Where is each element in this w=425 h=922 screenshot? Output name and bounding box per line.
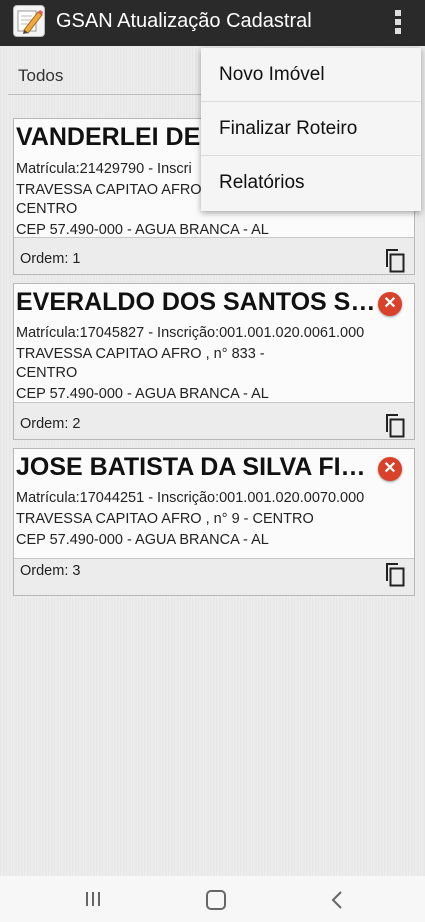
registration-line: Matrícula:17045827 - Inscrição:001.001.0…: [16, 325, 365, 341]
property-card[interactable]: JOSE BATISTA DA SILVA FI… ✕ Matrícula:17…: [13, 448, 415, 596]
order-label: Ordem: 1: [20, 251, 81, 267]
overflow-menu-icon[interactable]: [390, 8, 406, 38]
address-line: TRAVESSA CAPITAO AFRO , n° 833 -: [16, 346, 265, 362]
home-icon[interactable]: [206, 890, 226, 910]
overflow-menu: Novo Imóvel Finalizar Roteiro Relatórios: [201, 48, 421, 211]
menu-item-reports[interactable]: Relatórios: [201, 156, 421, 210]
owner-name: JOSE BATISTA DA SILVA FI…: [16, 453, 366, 481]
menu-item-label: Relatórios: [219, 172, 305, 193]
menu-item-finish-route[interactable]: Finalizar Roteiro: [201, 102, 421, 156]
app-logo-icon: [13, 5, 45, 37]
cep-line: CEP 57.490-000 - AGUA BRANCA - AL: [16, 222, 269, 238]
address-line: TRAVESSA CAPITAO AFRO , n° 9 - CENTRO: [16, 511, 314, 527]
registration-line: Matrícula:17044251 - Inscrição:001.001.0…: [16, 490, 365, 506]
property-card[interactable]: EVERALDO DOS SANTOS S… ✕ Matrícula:17045…: [13, 283, 415, 440]
app-title: GSAN Atualização Cadastral: [56, 10, 312, 32]
copy-icon[interactable]: [382, 562, 406, 588]
app-bar: GSAN Atualização Cadastral: [0, 0, 425, 46]
menu-item-label: Novo Imóvel: [219, 64, 325, 85]
back-icon[interactable]: [330, 890, 344, 910]
order-label: Ordem: 2: [20, 416, 81, 432]
recents-icon[interactable]: [86, 892, 106, 906]
address-line: TRAVESSA CAPITAO AFRO: [16, 182, 202, 198]
filter-label: Todos: [18, 66, 64, 85]
owner-name: EVERALDO DOS SANTOS S…: [16, 288, 376, 316]
copy-icon[interactable]: [382, 413, 406, 439]
card-footer: Ordem: 2: [14, 402, 414, 439]
menu-item-new-property[interactable]: Novo Imóvel: [201, 48, 421, 102]
copy-icon[interactable]: [382, 248, 406, 274]
delete-icon[interactable]: ✕: [378, 457, 402, 481]
registration-line: Matrícula:21429790 - Inscri: [16, 161, 192, 177]
card-footer: Ordem: 3: [14, 558, 414, 595]
system-nav-bar: [0, 876, 425, 922]
address-line-2: CENTRO: [16, 365, 78, 381]
card-footer: Ordem: 1: [14, 237, 414, 274]
order-label: Ordem: 3: [20, 563, 81, 579]
cep-line: CEP 57.490-000 - AGUA BRANCA - AL: [16, 532, 269, 548]
menu-item-label: Finalizar Roteiro: [219, 118, 358, 139]
cep-line: CEP 57.490-000 - AGUA BRANCA - AL: [16, 386, 269, 402]
delete-icon[interactable]: ✕: [378, 292, 402, 316]
address-line-2: CENTRO: [16, 201, 78, 217]
